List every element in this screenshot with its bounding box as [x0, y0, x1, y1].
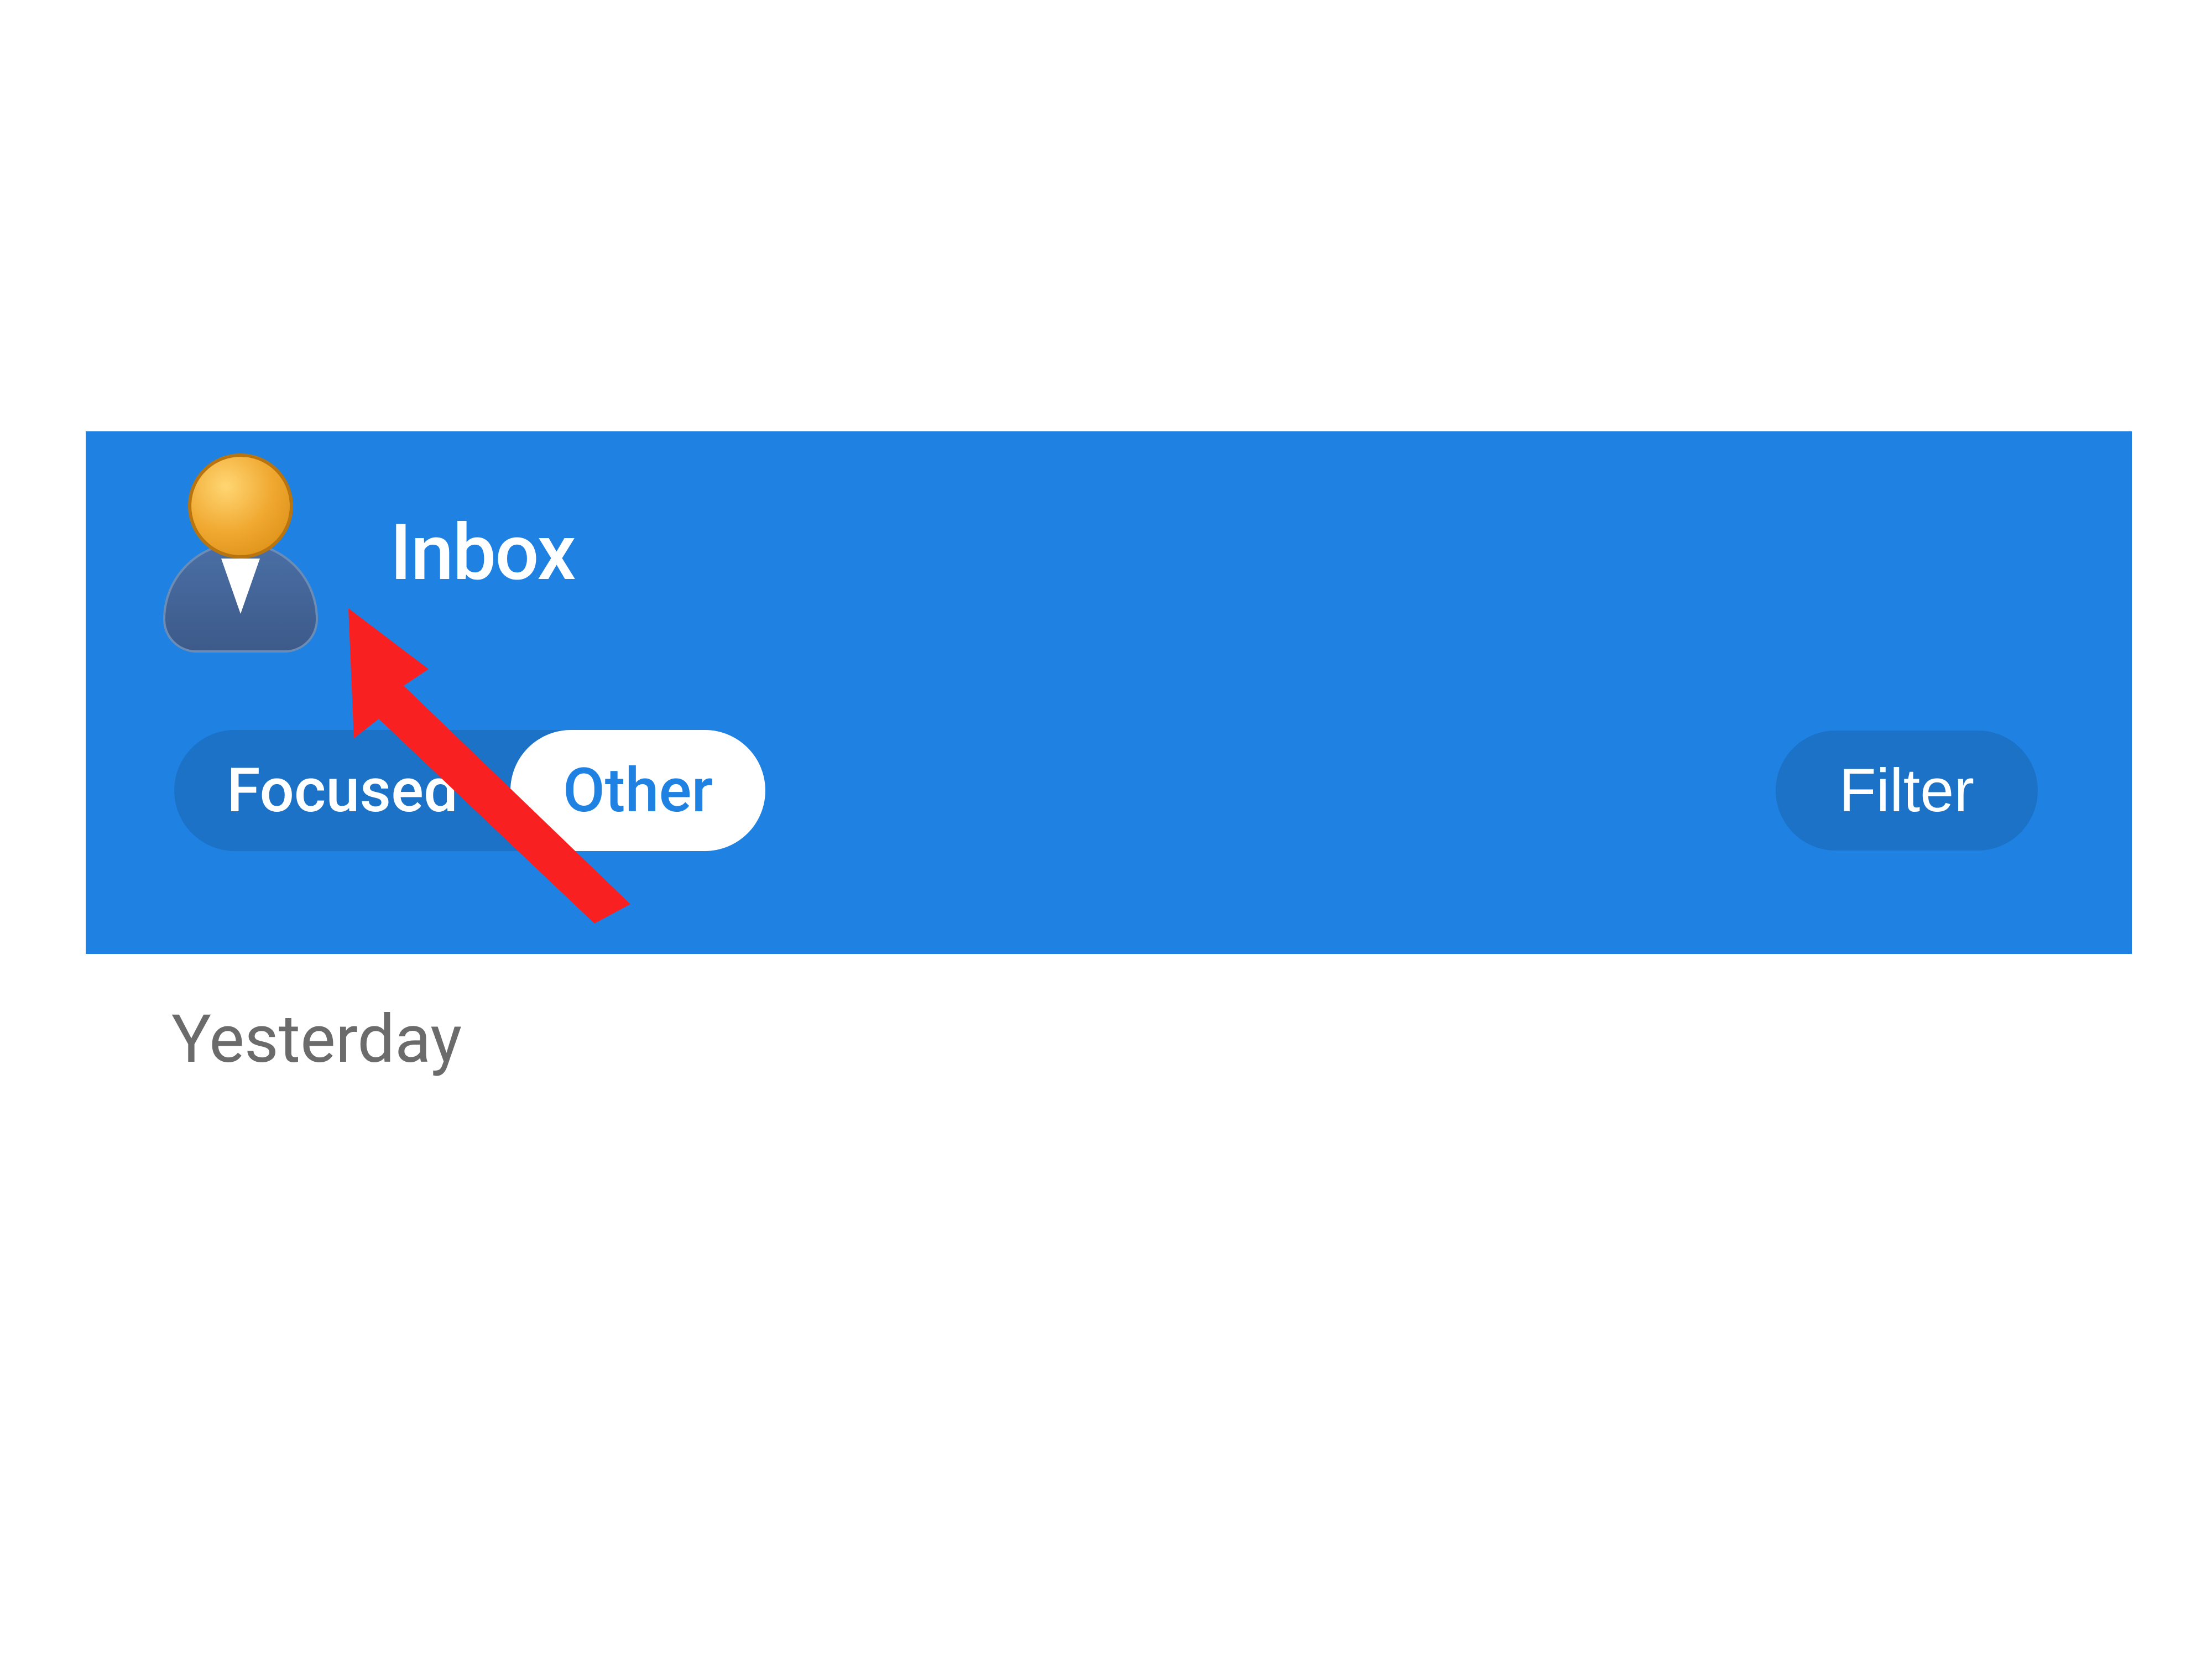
- avatar-head-shape: [188, 453, 293, 559]
- inbox-tab-group: Focused Other: [174, 730, 765, 851]
- tab-focused[interactable]: Focused: [174, 730, 510, 851]
- header-bottom-row: Focused Other Filter: [86, 653, 2132, 851]
- filter-button[interactable]: Filter: [1776, 731, 2038, 851]
- date-section-header: Yesterday: [171, 1001, 462, 1078]
- tab-other[interactable]: Other: [510, 730, 765, 851]
- inbox-header: Inbox Focused Other Filter: [86, 431, 2132, 954]
- user-avatar-icon[interactable]: [158, 453, 324, 653]
- header-top-row: Inbox: [86, 431, 2132, 653]
- page-title: Inbox: [390, 508, 575, 598]
- avatar-collar-shape: [221, 559, 260, 614]
